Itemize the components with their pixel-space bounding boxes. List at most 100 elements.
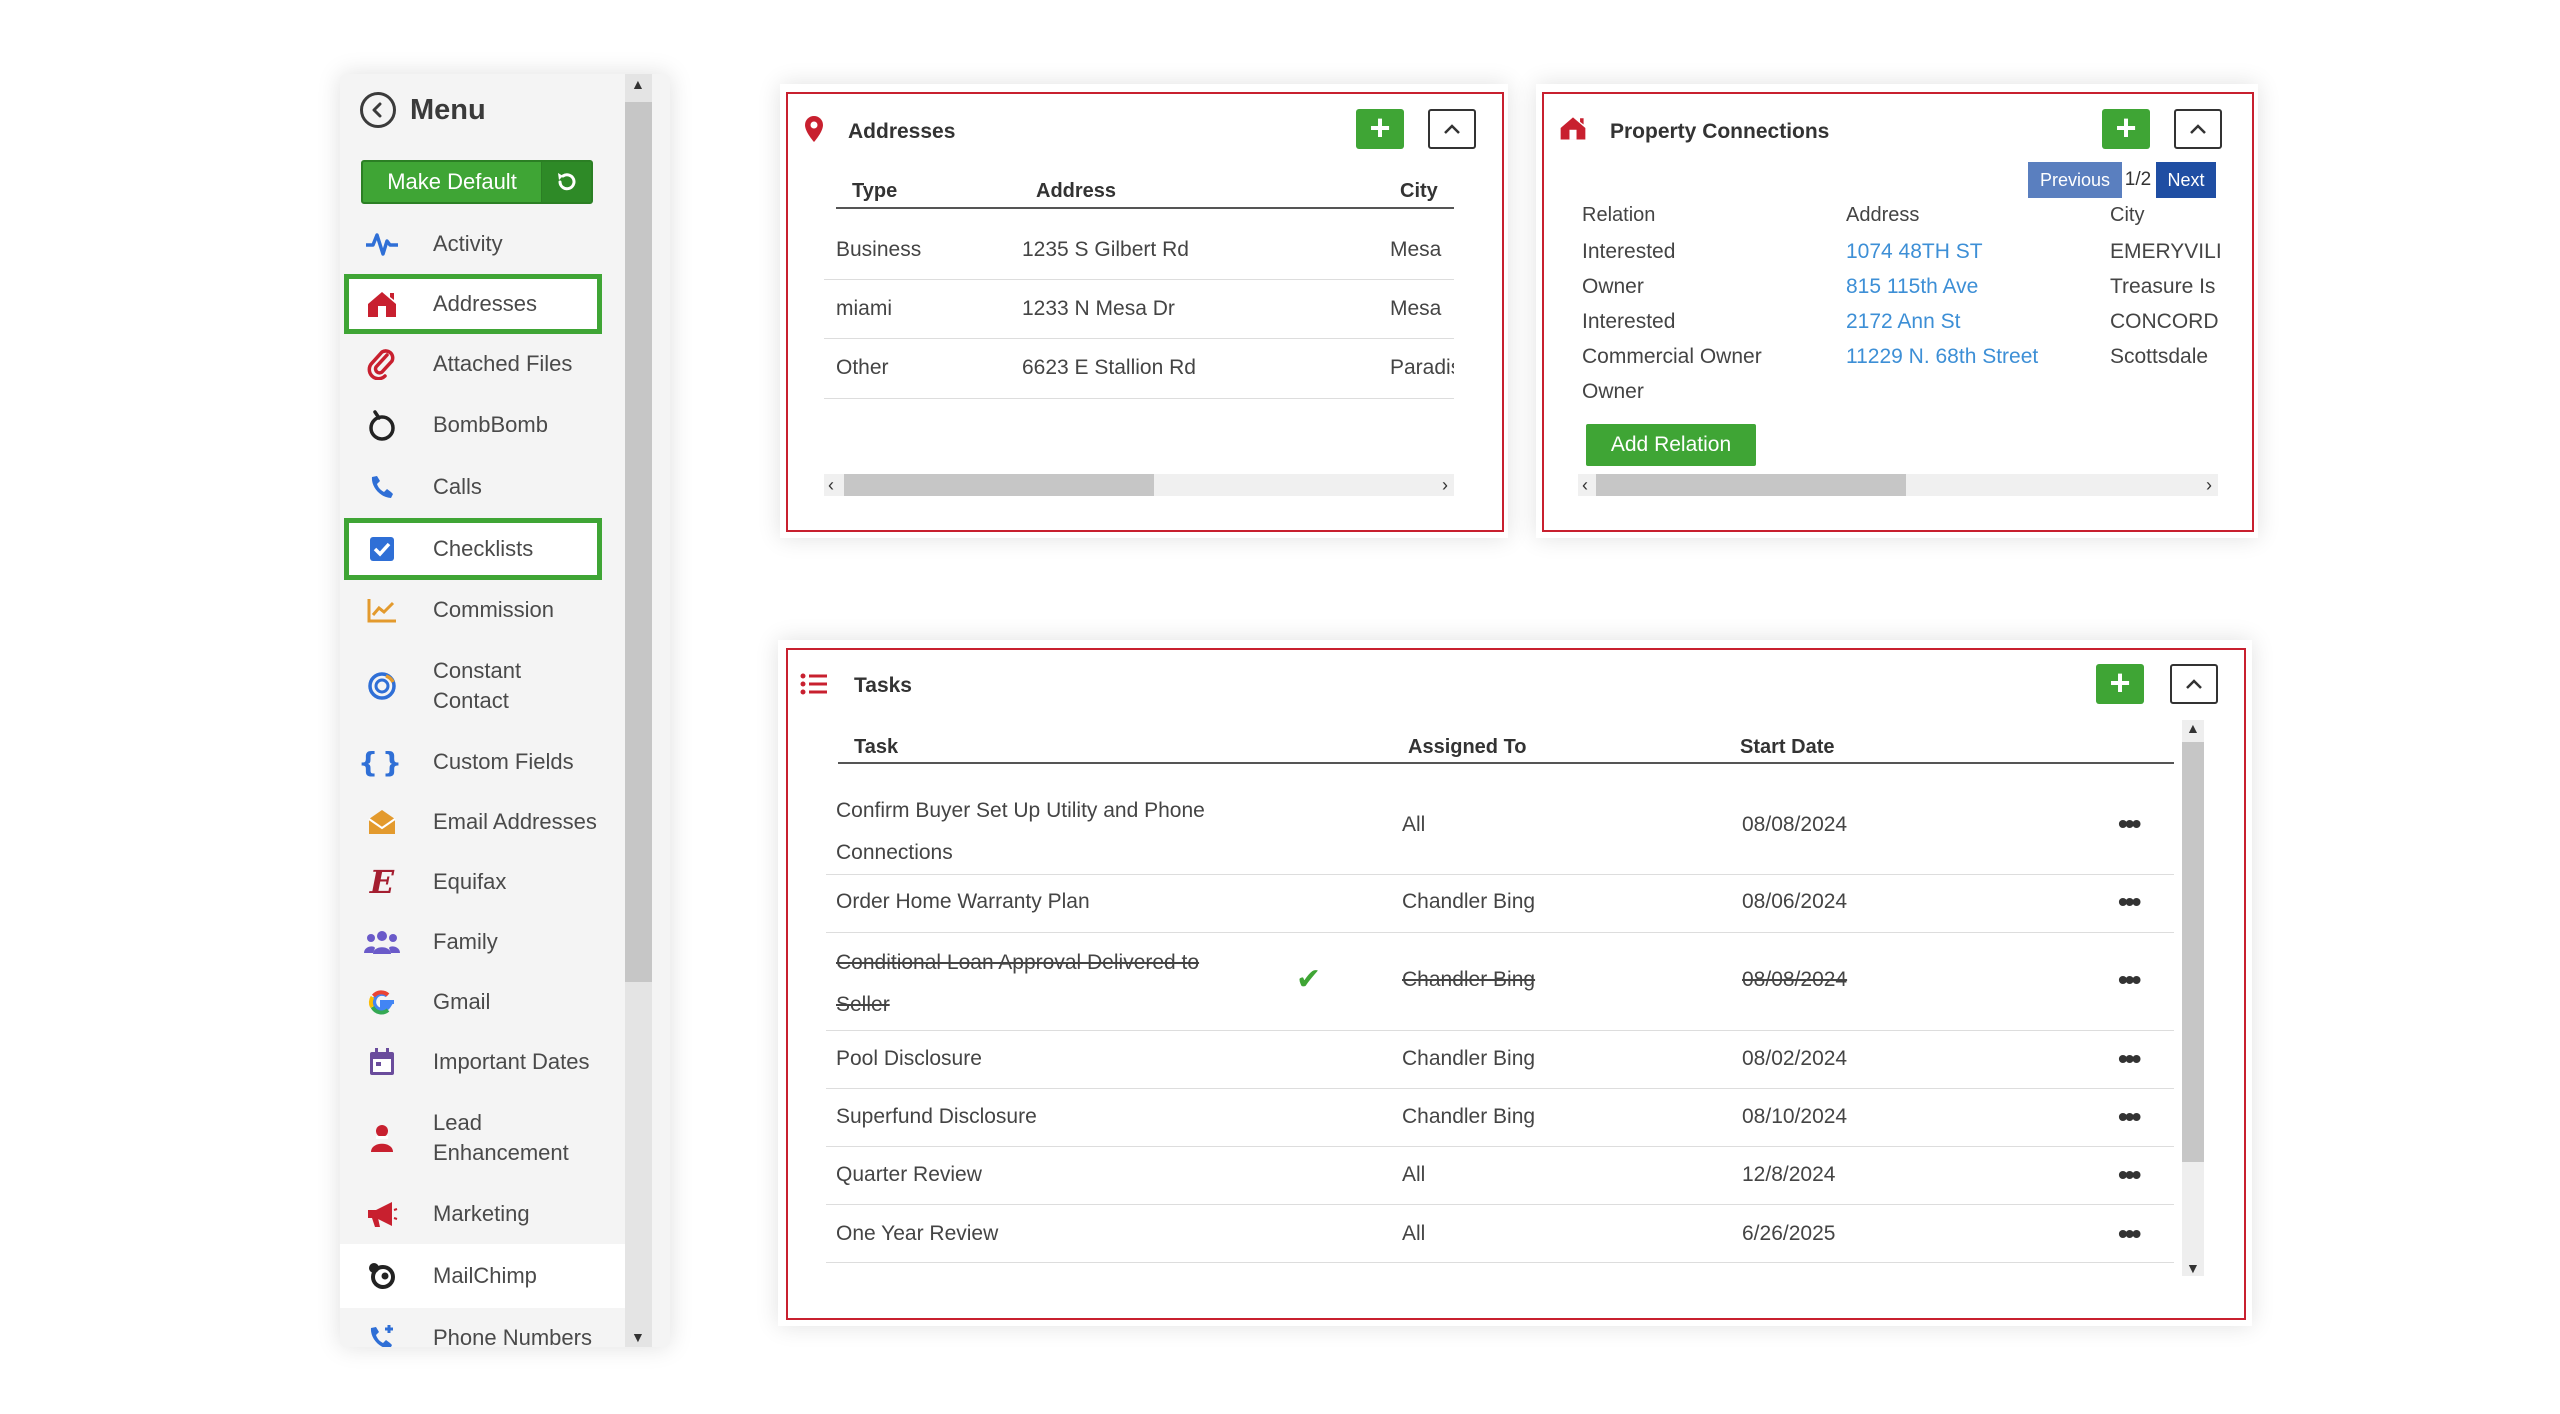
checkbox-icon <box>362 529 402 569</box>
row-menu-icon[interactable]: ••• <box>2118 1218 2141 1250</box>
back-circle-icon[interactable] <box>360 92 396 128</box>
address-city: Mesa <box>1390 297 1442 320</box>
sidebar-scrollbar[interactable]: ▲ ▼ <box>625 74 652 1347</box>
scrollbar-thumb[interactable] <box>2182 742 2204 1162</box>
row-menu-icon[interactable]: ••• <box>2118 808 2141 840</box>
add-relation-button[interactable]: Add Relation <box>1586 424 1756 466</box>
chevron-up-icon <box>1444 124 1460 134</box>
menu-item-custom-fields[interactable]: {} Custom Fields <box>340 732 625 792</box>
menu-item-constant-contact[interactable]: Constant Contact <box>340 640 625 732</box>
scroll-down-icon[interactable]: ▼ <box>2186 1260 2200 1276</box>
menu-item-label: Commission <box>433 597 555 622</box>
menu-item-label: Custom Fields <box>433 749 574 774</box>
scroll-up-icon[interactable]: ▲ <box>2186 720 2200 736</box>
task-assigned: Chandler Bing <box>1402 1047 1536 1070</box>
row-divider <box>826 1262 2174 1263</box>
addresses-hscrollbar[interactable]: ‹ › <box>824 474 1454 496</box>
chart-line-icon <box>362 590 402 630</box>
property-address-link[interactable]: 2172 Ann St <box>1846 310 1960 334</box>
address-city: Mesa <box>1390 238 1442 261</box>
address-type: Business <box>836 238 922 261</box>
task-assigned: Chandler Bing <box>1402 968 1536 991</box>
menu-item-commission[interactable]: Commission <box>340 580 625 640</box>
menu-item-label: BombBomb <box>433 412 548 437</box>
menu-item-marketing[interactable]: Marketing <box>340 1184 625 1244</box>
scrollbar-thumb[interactable] <box>844 474 1154 496</box>
add-property-connection-button[interactable]: + <box>2102 109 2150 149</box>
property-city: Scottsdale <box>2110 345 2209 368</box>
tasks-title: Tasks <box>854 674 912 697</box>
scroll-right-icon[interactable]: › <box>1442 474 1448 496</box>
collapse-addresses-button[interactable] <box>1428 109 1476 149</box>
property-city: Treasure Is <box>2110 275 2216 298</box>
property-address-link[interactable]: 815 115th Ave <box>1846 275 1978 299</box>
menu-item-bombbomb[interactable]: BombBomb <box>340 394 625 456</box>
menu-item-email-addresses[interactable]: Email Addresses <box>340 792 625 852</box>
scroll-right-icon[interactable]: › <box>2206 474 2212 496</box>
scrollbar-thumb[interactable] <box>1596 474 1906 496</box>
menu-item-lead-enhancement[interactable]: Lead Enhancement <box>340 1092 625 1184</box>
tasks-vscrollbar[interactable]: ▲ ▼ <box>2182 720 2204 1276</box>
scroll-left-icon[interactable]: ‹ <box>828 474 834 496</box>
menu-item-addresses[interactable]: Addresses <box>344 274 602 334</box>
menu-item-attached-files[interactable]: Attached Files <box>340 334 625 394</box>
menu-item-label: MailChimp <box>433 1263 537 1288</box>
menu-item-checklists[interactable]: Checklists <box>344 518 602 580</box>
address-street: 1233 N Mesa Dr <box>1022 297 1175 320</box>
menu-item-label: Phone Numbers <box>433 1325 592 1347</box>
task-name: Superfund Disclosure <box>836 1105 1037 1128</box>
sidebar-scrollbar-thumb[interactable] <box>625 102 652 982</box>
row-divider <box>826 1030 2174 1031</box>
header-divider <box>836 207 1454 209</box>
pager-next-button[interactable]: Next <box>2156 162 2216 198</box>
row-menu-icon[interactable]: ••• <box>2118 886 2141 918</box>
menu-item-calls[interactable]: Calls <box>340 456 625 518</box>
task-assigned: All <box>1402 813 1426 836</box>
menu-item-label: Equifax <box>433 869 507 894</box>
menu-item-family[interactable]: Family <box>340 912 625 972</box>
address-type: Other <box>836 356 889 379</box>
relation-value: Interested <box>1582 310 1676 333</box>
task-name: Quarter Review <box>836 1163 982 1186</box>
reset-icon[interactable] <box>541 162 591 202</box>
menu-item-gmail[interactable]: Gmail <box>340 972 625 1032</box>
property-address-link[interactable]: 11229 N. 68th Street <box>1846 345 2038 369</box>
scroll-down-icon[interactable]: ▼ <box>631 1329 645 1345</box>
row-menu-icon[interactable]: ••• <box>2118 1043 2141 1075</box>
addresses-card: Addresses + Type Address City Business 1… <box>786 92 1504 532</box>
menu-item-important-dates[interactable]: Important Dates <box>340 1032 625 1092</box>
scroll-left-icon[interactable]: ‹ <box>1582 474 1588 496</box>
row-divider <box>826 1204 2174 1205</box>
collapse-property-button[interactable] <box>2174 109 2222 149</box>
col-header-type: Type <box>852 180 898 202</box>
add-address-button[interactable]: + <box>1356 109 1404 149</box>
task-assigned: Chandler Bing <box>1402 890 1536 913</box>
row-menu-icon[interactable]: ••• <box>2118 1159 2141 1191</box>
house-icon <box>362 284 402 324</box>
scroll-up-icon[interactable]: ▲ <box>631 76 645 92</box>
col-header-city: City <box>2110 204 2145 226</box>
row-menu-icon[interactable]: ••• <box>2118 1101 2141 1133</box>
col-header-relation: Relation <box>1582 204 1656 226</box>
menu-item-equifax[interactable]: E Equifax <box>340 852 625 912</box>
task-date: 12/8/2024 <box>1742 1163 1836 1186</box>
add-task-button[interactable]: + <box>2096 664 2144 704</box>
menu-header: Menu <box>360 92 486 128</box>
braces-icon: {} <box>358 745 406 779</box>
row-menu-icon[interactable]: ••• <box>2118 964 2141 996</box>
make-default-button[interactable]: Make Default <box>361 160 593 204</box>
menu-item-activity[interactable]: Activity <box>340 214 625 274</box>
collapse-tasks-button[interactable] <box>2170 664 2218 704</box>
menu-item-mailchimp[interactable]: MailChimp <box>340 1244 625 1308</box>
property-hscrollbar[interactable]: ‹ › <box>1578 474 2218 496</box>
property-connections-title: Property Connections <box>1610 120 1830 143</box>
pager-previous-button[interactable]: Previous <box>2028 162 2122 198</box>
property-address-link[interactable]: 1074 48TH ST <box>1846 240 1983 264</box>
users-icon <box>362 922 402 962</box>
menu-list: Activity Addresses Attached Files BombBo… <box>340 214 625 1347</box>
menu-item-phone-numbers[interactable]: Phone Numbers <box>340 1308 625 1347</box>
make-default-label: Make Default <box>387 169 517 194</box>
phone-plus-icon <box>362 1318 402 1347</box>
menu-item-label: Important Dates <box>433 1049 590 1074</box>
menu-item-label: Calls <box>433 474 482 499</box>
